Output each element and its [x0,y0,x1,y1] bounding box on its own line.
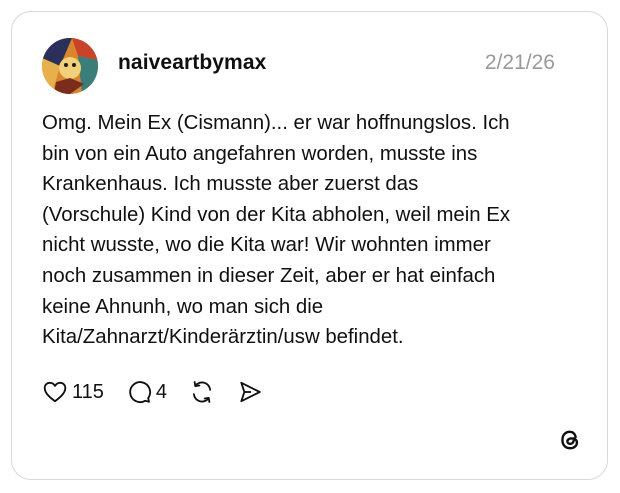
post-text-line: noch zusammen in dieser Zeit, aber er ha… [42,264,496,287]
post-text-line: nicht wusste, wo die Kita war! Wir wohnt… [42,234,491,257]
post-text-line: (Vorschule) Kind von der Kita abholen, w… [42,203,511,226]
threads-logo-icon[interactable] [557,427,583,453]
avatar[interactable] [42,38,98,94]
post-body: Omg. Mein Ex (Cismann)... er war hoffnun… [42,108,582,353]
share-icon [240,381,261,403]
reply-button[interactable]: 4 [126,379,167,405]
post-text-line: keine Ahnunh, wo man sich die [42,295,324,318]
post-text-line: Omg. Mein Ex (Cismann)... er war hoffnun… [42,112,510,134]
like-button[interactable]: 115 [42,379,104,405]
post-card: naiveartbymax 2/21/26 Omg. Mein Ex (Cism… [11,11,608,480]
reply-icon [129,381,151,403]
action-bar: 115 4 [42,377,285,407]
username[interactable]: naiveartbymax [118,51,266,75]
repost-icon [192,381,212,403]
share-button[interactable] [237,379,263,405]
post-text-line: bin von ein Auto angefahren worden, muss… [42,142,478,165]
like-count: 115 [72,380,104,403]
heart-icon [43,381,67,403]
post-text-line: Krankenhaus. Ich musste aber zuerst das [42,173,419,196]
reply-count: 4 [155,380,168,403]
post-date: 2/21/26 [484,51,555,74]
repost-button[interactable] [189,379,215,405]
post-text-line: Kita/Zahnarzt/Kinderärztin/usw befindet. [42,326,404,349]
